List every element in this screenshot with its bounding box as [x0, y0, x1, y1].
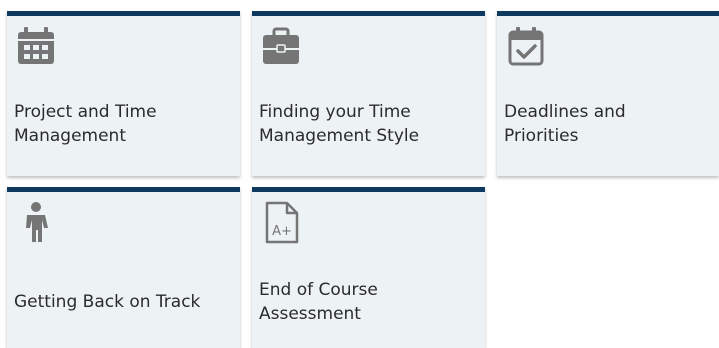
module-tile-deadlines-and-priorities[interactable]: Deadlines and Priorities: [497, 11, 719, 176]
course-modules-grid: Project and Time Management Finding your…: [0, 0, 719, 348]
graded-document-icon: A+: [259, 200, 303, 244]
module-tile-end-of-course-assessment[interactable]: A+ End of Course Assessment: [252, 187, 485, 348]
module-title: Deadlines and Priorities: [504, 102, 626, 146]
module-tile-project-and-time-management[interactable]: Project and Time Management: [7, 11, 240, 176]
briefcase-icon: [259, 24, 303, 68]
grade-text: A+: [272, 224, 292, 239]
module-tile-finding-your-time-management-style[interactable]: Finding your Time Management Style: [252, 11, 485, 176]
module-title: End of Course Assessment: [259, 280, 378, 324]
module-tile-getting-back-on-track[interactable]: Getting Back on Track: [7, 187, 240, 348]
child-icon: [14, 200, 58, 244]
module-title: Getting Back on Track: [14, 292, 201, 312]
module-title: Project and Time Management: [14, 102, 157, 146]
calendar-check-icon: [504, 24, 548, 68]
calendar-icon: [14, 24, 58, 68]
module-title: Finding your Time Management Style: [259, 102, 420, 146]
